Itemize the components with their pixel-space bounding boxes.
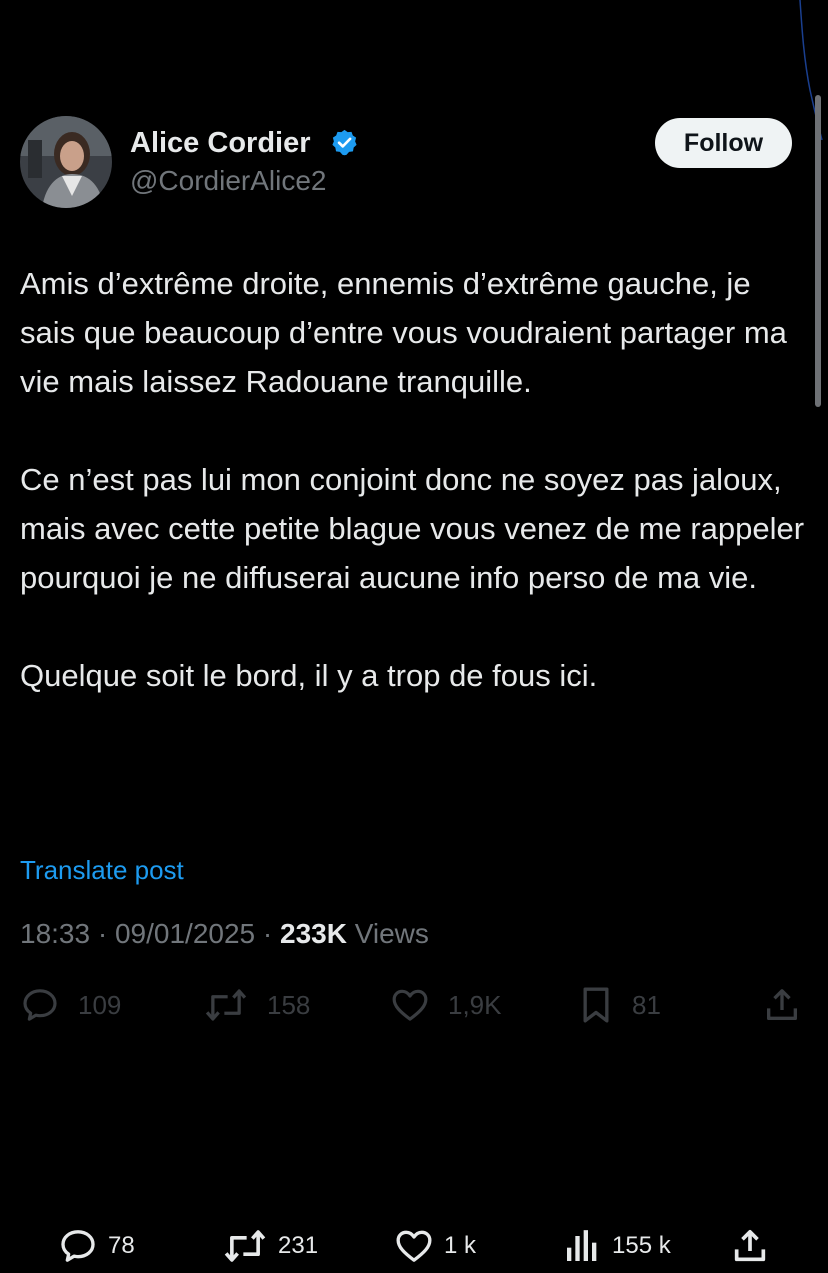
views-label: Views [354,918,429,949]
tweet-metadata: 18:33 · 09/01/2025 · 233K Views [20,915,429,953]
translate-post-link[interactable]: Translate post [20,853,184,887]
bookmark-count: 81 [632,989,661,1020]
bottom-reply-count: 78 [108,1232,135,1259]
bottom-like-button[interactable]: 1 k [394,1226,476,1266]
views-count[interactable]: 233K [280,918,347,949]
repost-icon [224,1230,266,1262]
tweet-paragraph: Amis d’extrême droite, ennemis d’extrême… [20,266,787,399]
bottom-repost-button[interactable]: 231 [222,1226,318,1266]
avatar[interactable] [20,116,112,208]
tweet-time[interactable]: 18:33 [20,918,90,949]
share-icon [734,1230,766,1262]
bottom-views-button[interactable]: 155 k [562,1226,671,1266]
separator-dot: · [262,918,280,949]
bottom-views-count: 155 k [612,1232,671,1259]
tweet-paragraph: Quelque soit le bord, il y a trop de fou… [20,658,598,693]
analytics-icon [567,1230,597,1261]
tweet-date[interactable]: 09/01/2025 [115,918,255,949]
repost-icon [205,989,247,1021]
bottom-like-count: 1 k [444,1232,477,1259]
share-icon [767,989,797,1020]
reply-icon [23,989,57,1021]
display-name[interactable]: Alice Cordier [130,124,311,162]
bookmark-icon [583,987,609,1023]
tweet-text: Amis d’extrême droite, ennemis d’extrême… [20,259,810,700]
share-button[interactable] [762,985,802,1025]
follow-button[interactable]: Follow [655,118,792,168]
bottom-repost-count: 231 [278,1232,319,1259]
reply-count: 109 [78,989,122,1020]
reply-button[interactable]: 109 [20,985,121,1025]
bookmark-button[interactable]: 81 [578,985,661,1025]
user-handle[interactable]: @CordierAlice2 [130,163,327,199]
bottom-share-button[interactable] [730,1226,770,1266]
scribble-line [799,0,823,140]
repost-button[interactable]: 158 [203,985,310,1025]
profile-photo-icon [20,116,112,208]
bottom-reply-button[interactable]: 78 [58,1226,135,1266]
separator-dot: · [97,918,115,949]
heart-icon [396,1230,432,1262]
heart-icon [392,989,428,1021]
verified-badge-icon [332,129,357,156]
like-button[interactable]: 1,9K [390,985,502,1025]
reply-icon [61,1230,95,1262]
like-count: 1,9K [448,989,502,1020]
tweet-paragraph: Ce n’est pas lui mon conjoint donc ne so… [20,462,805,595]
scrollbar[interactable] [815,95,821,407]
repost-count: 158 [267,989,311,1020]
